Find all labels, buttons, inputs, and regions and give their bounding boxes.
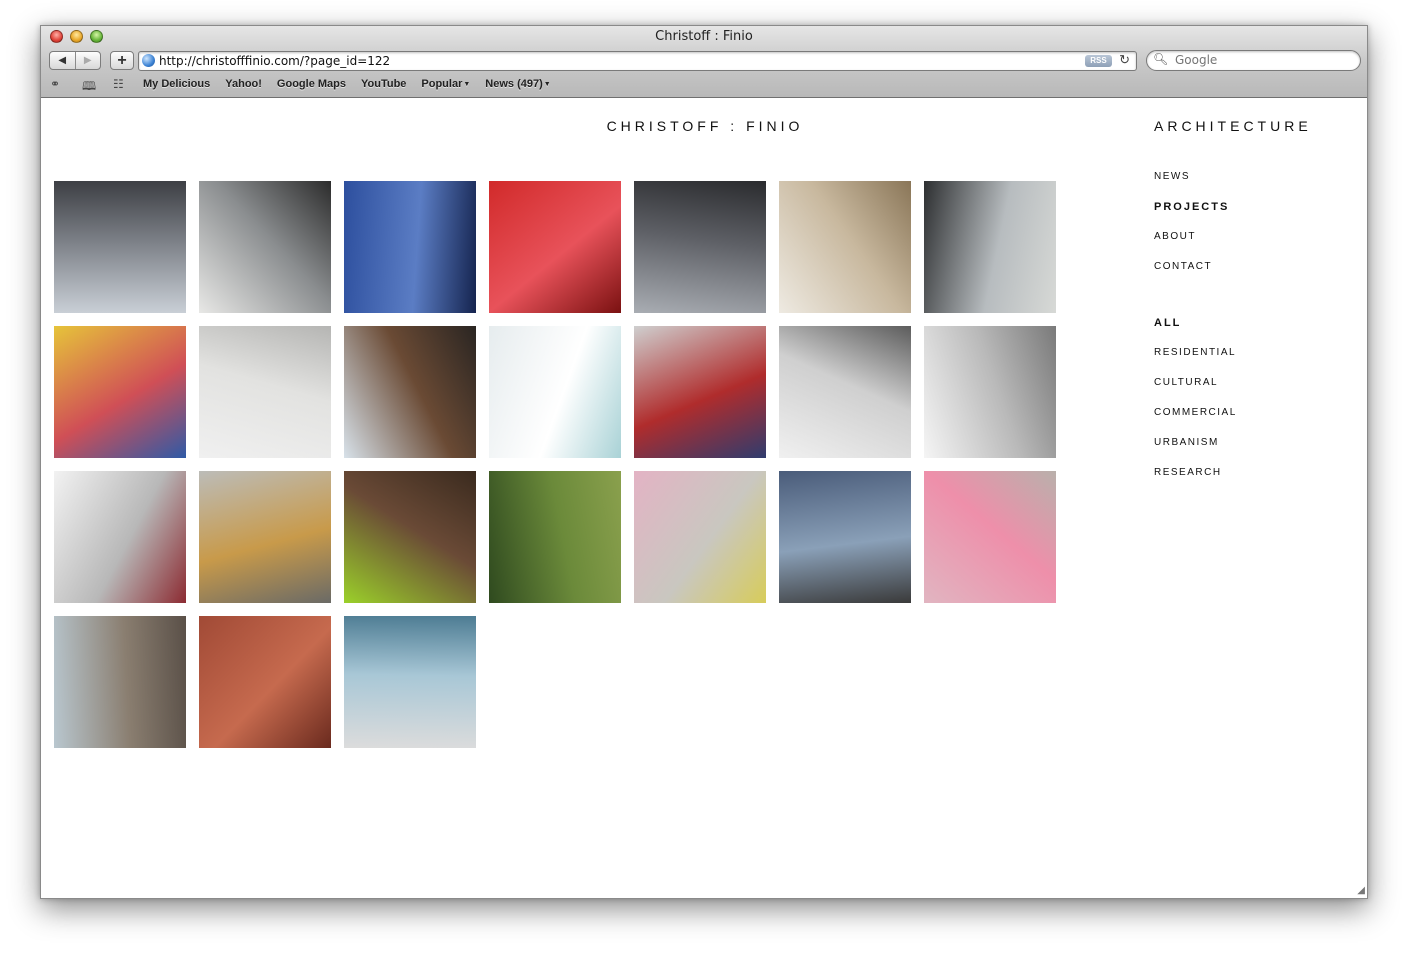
category-cultural[interactable]: CULTURAL [1154,377,1237,407]
bookmark-links: My Delicious Yahoo! Google Maps YouTube … [143,78,551,90]
forward-button[interactable]: ▶ [74,52,101,69]
search-input[interactable] [1173,52,1357,68]
project-thumbnail[interactable] [344,616,476,748]
project-thumbnail[interactable] [54,181,186,313]
window-title: Christoff : Finio [655,29,753,44]
nav-item-projects[interactable]: PROJECTS [1154,201,1229,231]
bookmark-google-maps[interactable]: Google Maps [277,78,346,90]
bookmarks-bar: ⚭ 🕮︎ ☷ My Delicious Yahoo! Google Maps Y… [41,75,1367,95]
bookmark-yahoo[interactable]: Yahoo! [225,78,262,90]
project-thumbnail[interactable] [634,326,766,458]
project-thumbnail-grid [54,181,1064,748]
reload-icon[interactable]: ↻ [1119,52,1130,68]
project-thumbnail[interactable] [489,181,621,313]
bookmark-youtube[interactable]: YouTube [361,78,406,90]
main-nav: NEWS PROJECTS ABOUT CONTACT [1154,171,1229,291]
open-book-icon[interactable]: 🕮︎ [82,77,96,98]
add-bookmark-button[interactable]: + [110,51,134,70]
forward-arrow-icon: ▶ [83,55,92,66]
back-arrow-icon: ◀ [58,55,67,66]
project-thumbnail[interactable] [489,326,621,458]
category-research[interactable]: RESEARCH [1154,467,1237,497]
project-thumbnail[interactable] [199,471,331,603]
project-thumbnail[interactable] [779,181,911,313]
browser-window: Christoff : Finio ◀ ▶ + http://christoff… [40,25,1368,899]
bookmark-popular-label: Popular [421,78,463,90]
page-content: CHRISTOFF : FINIO ARCHITECTURE NEWS PROJ… [41,98,1367,898]
plus-icon: + [117,51,127,69]
project-thumbnail[interactable] [924,471,1056,603]
bookmark-my-delicious[interactable]: My Delicious [143,78,210,90]
project-thumbnail[interactable] [54,616,186,748]
project-thumbnail[interactable] [199,616,331,748]
project-thumbnail[interactable] [54,471,186,603]
bookmark-popular-menu[interactable]: Popular▼ [421,78,470,90]
project-thumbnail[interactable] [634,181,766,313]
browser-chrome: Christoff : Finio ◀ ▶ + http://christoff… [41,26,1367,98]
project-thumbnail[interactable] [924,326,1056,458]
address-bar[interactable]: http://christofffinio.com/?page_id=122 R… [138,51,1137,71]
project-thumbnail[interactable] [779,471,911,603]
search-icon: 🔍︎ [1153,52,1169,66]
reading-glasses-icon[interactable]: ⚭ [50,77,60,91]
chevron-down-icon: ▼ [543,81,551,88]
project-thumbnail[interactable] [489,471,621,603]
nav-item-about[interactable]: ABOUT [1154,231,1229,261]
project-thumbnail[interactable] [344,471,476,603]
category-filter: ALL RESIDENTIAL CULTURAL COMMERCIAL URBA… [1154,317,1237,497]
history-buttons: ◀ ▶ [49,51,101,70]
resize-grip-icon[interactable]: ◢ [1357,885,1365,896]
url-text[interactable]: http://christofffinio.com/?page_id=122 [159,54,390,68]
category-all[interactable]: ALL [1154,317,1237,347]
project-thumbnail[interactable] [54,326,186,458]
project-thumbnail[interactable] [199,326,331,458]
category-urbanism[interactable]: URBANISM [1154,437,1237,467]
bookmark-news-label: News (497) [485,78,543,90]
section-heading: ARCHITECTURE [1154,118,1312,134]
nav-item-contact[interactable]: CONTACT [1154,261,1229,291]
project-thumbnail[interactable] [924,181,1056,313]
chevron-down-icon: ▼ [463,81,471,88]
bookmark-news-menu[interactable]: News (497)▼ [485,78,550,90]
rss-button[interactable]: RSS [1085,55,1112,67]
back-button[interactable]: ◀ [50,52,75,69]
project-thumbnail[interactable] [344,181,476,313]
category-residential[interactable]: RESIDENTIAL [1154,347,1237,377]
project-thumbnail[interactable] [779,326,911,458]
grid-icon[interactable]: ☷ [113,77,124,91]
project-thumbnail[interactable] [199,181,331,313]
globe-icon [142,54,155,67]
project-thumbnail[interactable] [634,471,766,603]
project-thumbnail[interactable] [344,326,476,458]
search-field[interactable]: 🔍︎ [1146,50,1361,71]
nav-item-news[interactable]: NEWS [1154,171,1229,201]
category-commercial[interactable]: COMMERCIAL [1154,407,1237,437]
